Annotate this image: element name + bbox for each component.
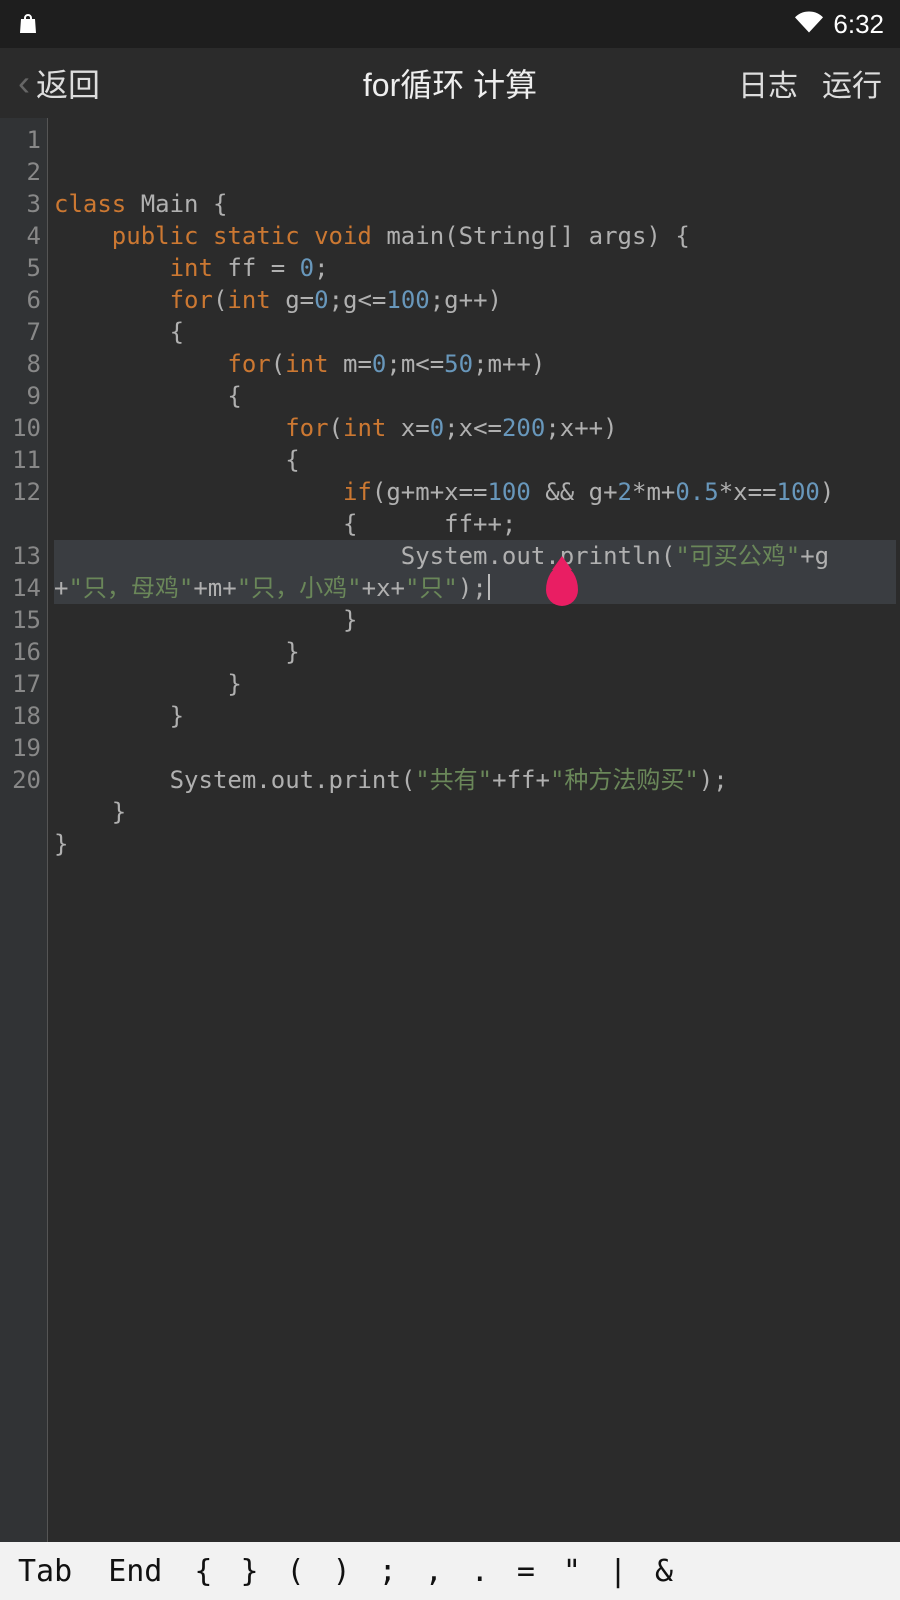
- code-line[interactable]: int ff = 0;: [54, 252, 896, 284]
- code-line[interactable]: for(int g=0;g<=100;g++): [54, 284, 896, 316]
- code-line[interactable]: if(g+m+x==100 && g+2*m+0.5*x==100): [54, 476, 896, 508]
- code-line[interactable]: System.out.println("可买公鸡"+g+"只，母鸡"+m+"只，…: [54, 540, 896, 604]
- key-([interactable]: (: [273, 1554, 319, 1589]
- text-caret-icon: [488, 574, 490, 600]
- log-button[interactable]: 日志: [738, 61, 798, 105]
- key-}[interactable]: }: [226, 1554, 272, 1589]
- status-time: 6:32: [833, 9, 884, 40]
- code-editor[interactable]: 1234567891011121314151617181920 class Ma…: [0, 118, 900, 1542]
- code-line[interactable]: {: [54, 444, 896, 476]
- code-line[interactable]: }: [54, 636, 896, 668]
- wifi-icon: [795, 8, 823, 41]
- code-area[interactable]: class Main { public static void main(Str…: [48, 118, 900, 1542]
- code-line[interactable]: }: [54, 796, 896, 828]
- key-;[interactable]: ;: [365, 1554, 411, 1589]
- cursor-handle-icon[interactable]: [546, 566, 578, 606]
- key-{[interactable]: {: [180, 1554, 226, 1589]
- key-,[interactable]: ,: [411, 1554, 457, 1589]
- code-line[interactable]: {: [54, 316, 896, 348]
- key-&[interactable]: &: [641, 1554, 687, 1589]
- symbol-key-row: TabEnd{}();,.="|&: [0, 1542, 900, 1600]
- code-line[interactable]: {: [54, 380, 896, 412]
- page-title: for循环 计算: [363, 60, 537, 106]
- key-)[interactable]: ): [319, 1554, 365, 1589]
- code-line[interactable]: class Main {: [54, 188, 896, 220]
- code-line[interactable]: [54, 732, 896, 764]
- code-line[interactable]: for(int x=0;x<=200;x++): [54, 412, 896, 444]
- key-=[interactable]: =: [503, 1554, 549, 1589]
- code-line[interactable]: }: [54, 668, 896, 700]
- code-line[interactable]: for(int m=0;m<=50;m++): [54, 348, 896, 380]
- status-bar: 6:32: [0, 0, 900, 48]
- key-|[interactable]: |: [595, 1554, 641, 1589]
- code-line[interactable]: { ff++;: [54, 508, 896, 540]
- run-button[interactable]: 运行: [822, 61, 882, 105]
- code-line[interactable]: System.out.print("共有"+ff+"种方法购买");: [54, 764, 896, 796]
- code-line[interactable]: public static void main(String[] args) {: [54, 220, 896, 252]
- code-line[interactable]: }: [54, 828, 896, 860]
- back-chevron-icon[interactable]: ‹: [18, 62, 30, 104]
- line-gutter: 1234567891011121314151617181920: [0, 118, 48, 1542]
- header-bar: ‹ 返回 for循环 计算 日志 运行: [0, 48, 900, 118]
- code-line[interactable]: }: [54, 700, 896, 732]
- code-line[interactable]: }: [54, 604, 896, 636]
- key-tab[interactable]: Tab: [0, 1554, 90, 1589]
- key-.[interactable]: .: [457, 1554, 503, 1589]
- key-"[interactable]: ": [549, 1554, 595, 1589]
- back-button[interactable]: 返回: [36, 60, 100, 106]
- key-end[interactable]: End: [90, 1554, 180, 1589]
- bag-icon: [16, 12, 40, 36]
